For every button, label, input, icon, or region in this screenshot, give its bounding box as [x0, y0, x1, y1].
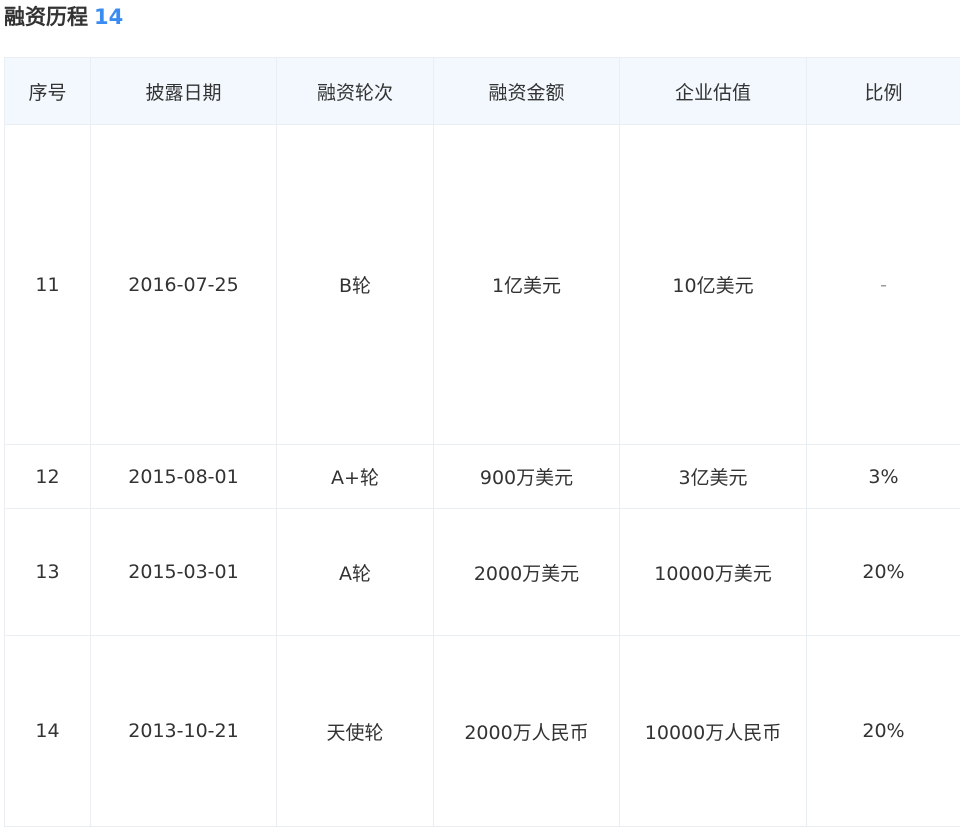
cell-disclosure-date: 2015-08-01 [91, 445, 277, 509]
header-valuation: 企业估值 [620, 58, 807, 125]
header-round: 融资轮次 [277, 58, 434, 125]
cell-index: 14 [5, 636, 91, 827]
header-ratio: 比例 [807, 58, 960, 125]
section-title: 融资历程 [4, 5, 88, 29]
table-row: 14 2013-10-21 天使轮 2000万人民币 10000万人民币 20% [5, 636, 960, 827]
cell-index: 11 [5, 125, 91, 445]
cell-ratio: 20% [807, 636, 960, 827]
table-header-row: 序号 披露日期 融资轮次 融资金额 企业估值 比例 [5, 58, 960, 125]
cell-amount: 900万美元 [434, 445, 620, 509]
cell-disclosure-date: 2013-10-21 [91, 636, 277, 827]
header-index: 序号 [5, 58, 91, 125]
record-count: 14 [94, 5, 123, 29]
header-disclosure-date: 披露日期 [91, 58, 277, 125]
cell-ratio: - [807, 125, 960, 445]
table-row: 11 2016-07-25 B轮 1亿美元 10亿美元 - [5, 125, 960, 445]
header-amount: 融资金额 [434, 58, 620, 125]
table-row: 13 2015-03-01 A轮 2000万美元 10000万美元 20% [5, 509, 960, 636]
cell-valuation: 10亿美元 [620, 125, 807, 445]
cell-ratio: 20% [807, 509, 960, 636]
cell-valuation: 3亿美元 [620, 445, 807, 509]
table-row: 12 2015-08-01 A+轮 900万美元 3亿美元 3% [5, 445, 960, 509]
cell-disclosure-date: 2016-07-25 [91, 125, 277, 445]
cell-valuation: 10000万美元 [620, 509, 807, 636]
cell-round: 天使轮 [277, 636, 434, 827]
cell-round: B轮 [277, 125, 434, 445]
cell-ratio: 3% [807, 445, 960, 509]
cell-disclosure-date: 2015-03-01 [91, 509, 277, 636]
cell-index: 13 [5, 509, 91, 636]
cell-amount: 2000万美元 [434, 509, 620, 636]
financing-table-container: 序号 披露日期 融资轮次 融资金额 企业估值 比例 11 2016-07-25 … [4, 57, 960, 827]
cell-amount: 2000万人民币 [434, 636, 620, 827]
cell-round: A轮 [277, 509, 434, 636]
cell-amount: 1亿美元 [434, 125, 620, 445]
cell-index: 12 [5, 445, 91, 509]
financing-history-table: 序号 披露日期 融资轮次 融资金额 企业估值 比例 11 2016-07-25 … [4, 57, 960, 827]
cell-round: A+轮 [277, 445, 434, 509]
cell-valuation: 10000万人民币 [620, 636, 807, 827]
section-header: 融资历程14 [4, 2, 123, 32]
